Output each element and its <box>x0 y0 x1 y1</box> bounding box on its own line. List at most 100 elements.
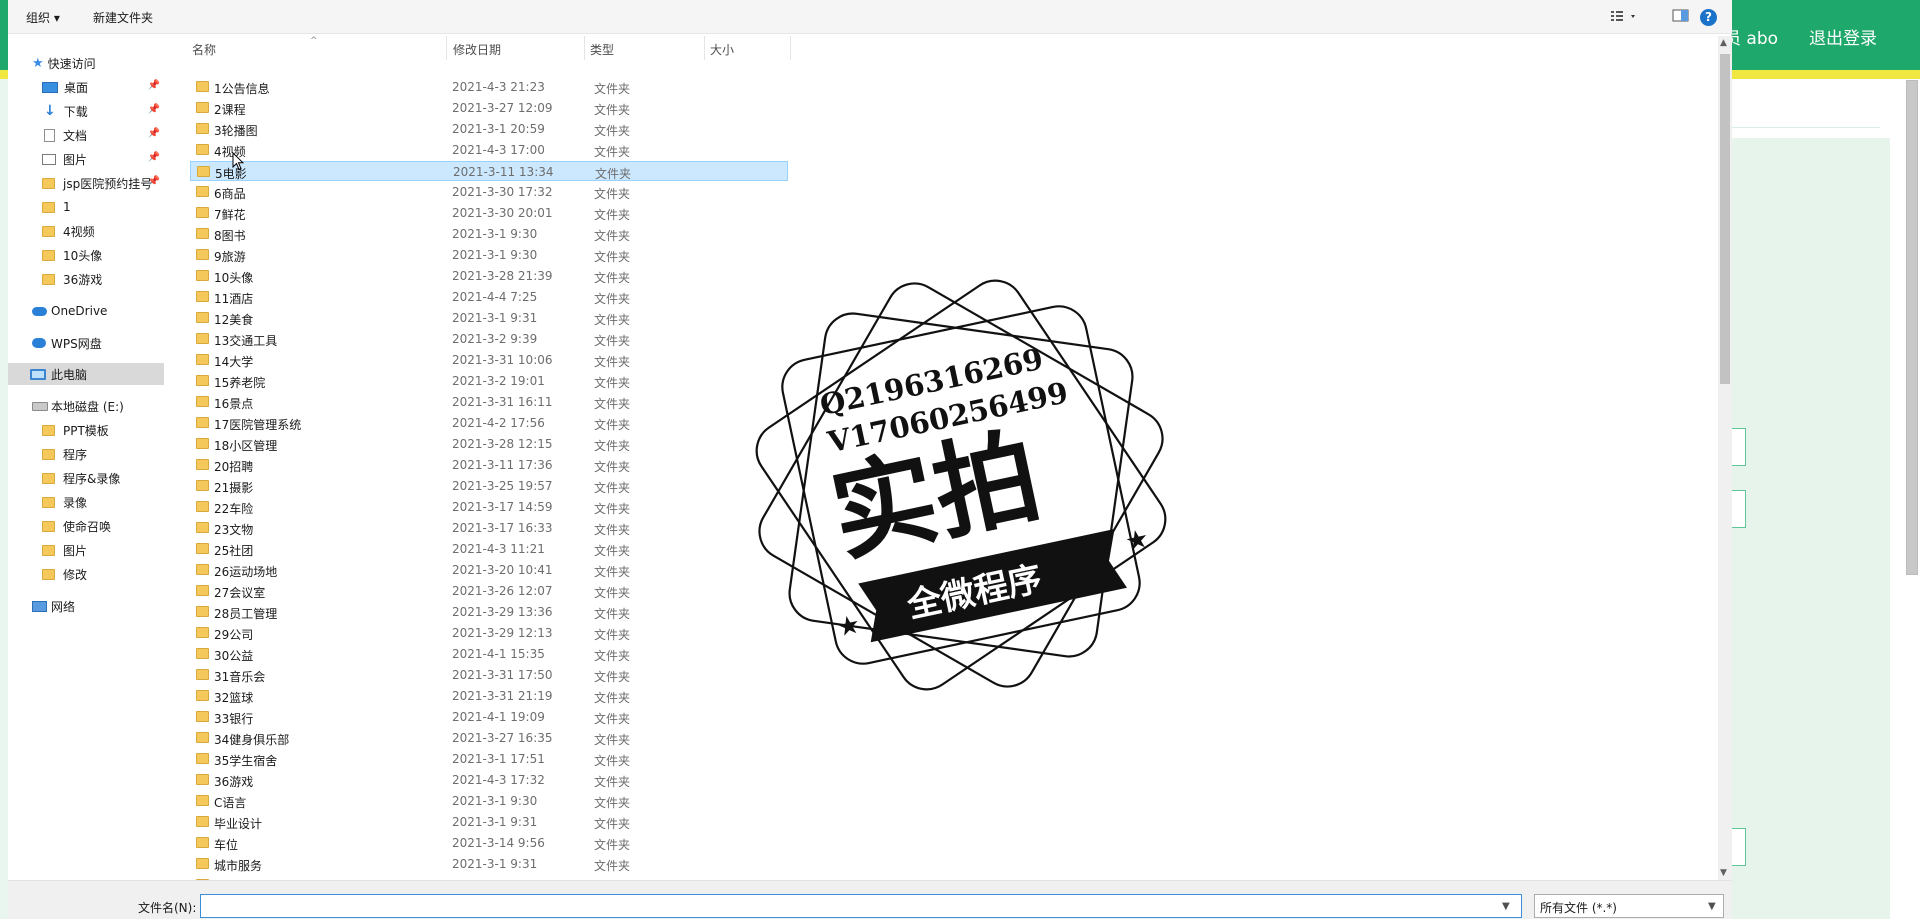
file-row[interactable]: 毕业设计 2021-3-1 9:31 文件夹 <box>190 812 788 832</box>
scroll-down-icon[interactable]: ▼ <box>1720 868 1727 878</box>
column-separator[interactable] <box>790 36 791 60</box>
chevron-down-icon[interactable]: ▼ <box>1502 901 1510 912</box>
nav-item-36game[interactable]: 36游戏 <box>8 268 164 290</box>
file-type-filter[interactable]: 所有文件 (*.*) <box>1534 894 1724 918</box>
file-row[interactable]: 34健身俱乐部 2021-3-27 16:35 文件夹 <box>190 728 788 748</box>
nav-disk-item[interactable]: 图片 <box>8 539 164 561</box>
nav-quick-access[interactable]: ★ 快速访问 <box>8 52 164 74</box>
organize-button[interactable]: 组织 ▾ <box>26 9 60 26</box>
file-row[interactable]: 12美食 2021-3-1 9:31 文件夹 <box>190 308 788 328</box>
list-scrollbar[interactable]: ▲ ▼ <box>1718 36 1732 880</box>
file-row[interactable]: 3轮播图 2021-3-1 20:59 文件夹 <box>190 119 788 139</box>
file-row[interactable]: 23文物 2021-3-17 16:33 文件夹 <box>190 518 788 538</box>
nav-item-10avatar[interactable]: 10头像 <box>8 244 164 266</box>
nav-item-pictures[interactable]: 图片 📌 <box>8 148 164 170</box>
chevron-down-icon[interactable]: ▼ <box>1708 901 1716 912</box>
file-date: 2021-3-30 17:32 <box>452 185 553 199</box>
file-row[interactable]: 4视频 2021-4-3 17:00 文件夹 <box>190 140 788 160</box>
nav-disk-item[interactable]: 程序 <box>8 443 164 465</box>
file-type: 文件夹 <box>594 418 631 432</box>
file-row[interactable]: 5电影 2021-3-11 13:34 文件夹 <box>190 161 788 181</box>
file-row[interactable]: 33银行 2021-4-1 19:09 文件夹 <box>190 707 788 727</box>
nav-item-documents[interactable]: 文档 📌 <box>8 124 164 146</box>
view-options-icon[interactable] <box>1610 8 1640 24</box>
bg-input-box[interactable] <box>1732 490 1746 528</box>
filename-input[interactable] <box>200 894 1522 918</box>
file-row[interactable]: 18小区管理 2021-3-28 12:15 文件夹 <box>190 434 788 454</box>
scroll-thumb[interactable] <box>1720 54 1730 384</box>
file-row[interactable]: 27会议室 2021-3-26 12:07 文件夹 <box>190 581 788 601</box>
file-row[interactable]: 1公告信息 2021-4-3 21:23 文件夹 <box>190 77 788 97</box>
file-row[interactable]: C语言 2021-3-1 9:30 文件夹 <box>190 791 788 811</box>
file-row[interactable]: 20招聘 2021-3-11 17:36 文件夹 <box>190 455 788 475</box>
scroll-up-icon[interactable]: ▲ <box>1720 38 1727 48</box>
file-row[interactable]: 10头像 2021-3-28 21:39 文件夹 <box>190 266 788 286</box>
file-date: 2021-3-1 9:30 <box>452 248 538 262</box>
nav-onedrive[interactable]: OneDrive <box>8 300 164 322</box>
help-icon[interactable]: ? <box>1700 9 1717 26</box>
folder-icon <box>196 837 209 848</box>
file-row[interactable]: 30公益 2021-4-1 15:35 文件夹 <box>190 644 788 664</box>
file-row[interactable]: 车位 2021-3-14 9:56 文件夹 <box>190 833 788 853</box>
nav-network[interactable]: 网络 <box>8 595 164 617</box>
file-row[interactable]: 28员工管理 2021-3-29 13:36 文件夹 <box>190 602 788 622</box>
column-separator[interactable] <box>704 36 705 60</box>
nav-item-1[interactable]: 1 <box>8 196 164 218</box>
nav-wps[interactable]: WPS网盘 <box>8 332 164 354</box>
nav-disk-item[interactable]: PPT模板 <box>8 419 164 441</box>
column-header-date[interactable]: 修改日期 <box>453 41 501 61</box>
file-row[interactable]: 9旅游 2021-3-1 9:30 文件夹 <box>190 245 788 265</box>
file-row[interactable]: 6商品 2021-3-30 17:32 文件夹 <box>190 182 788 202</box>
file-row[interactable]: 15养老院 2021-3-2 19:01 文件夹 <box>190 371 788 391</box>
file-date: 2021-4-3 21:23 <box>452 80 545 94</box>
nav-item-4video[interactable]: 4视频 <box>8 220 164 242</box>
file-row[interactable]: 城市服务 2021-3-1 9:31 文件夹 <box>190 854 788 874</box>
column-header-type[interactable]: 类型 <box>590 41 614 61</box>
file-row[interactable]: 14大学 2021-3-31 10:06 文件夹 <box>190 350 788 370</box>
file-row[interactable]: 11酒店 2021-4-4 7:25 文件夹 <box>190 287 788 307</box>
bg-input-box[interactable] <box>1732 428 1746 466</box>
preview-pane-icon[interactable] <box>1672 8 1690 24</box>
folder-icon <box>196 480 209 491</box>
nav-disk-item[interactable]: 使命召唤 <box>8 515 164 537</box>
file-row[interactable]: 16景点 2021-3-31 16:11 文件夹 <box>190 392 788 412</box>
file-row[interactable]: 21摄影 2021-3-25 19:57 文件夹 <box>190 476 788 496</box>
file-row[interactable]: 32篮球 2021-3-31 21:19 文件夹 <box>190 686 788 706</box>
column-header-name[interactable]: 名称 <box>192 41 216 61</box>
file-name: C语言 <box>214 796 247 810</box>
nav-disk-item[interactable]: 录像 <box>8 491 164 513</box>
nav-local-disk[interactable]: 本地磁盘 (E:) <box>8 395 164 417</box>
nav-disk-item[interactable]: 程序&录像 <box>8 467 164 489</box>
file-dialog: 组织 ▾ 新建文件夹 ? ★ 快速访问 桌面 📌 ↓ 下载 📌 文档 📌 图片 … <box>8 0 1732 919</box>
nav-disk-item[interactable]: 修改 <box>8 563 164 585</box>
file-row[interactable]: 31音乐会 2021-3-31 17:50 文件夹 <box>190 665 788 685</box>
bg-logout-link[interactable]: 退出登录 <box>1809 24 1877 49</box>
new-folder-button[interactable]: 新建文件夹 <box>93 9 153 26</box>
file-row[interactable]: 2课程 2021-3-27 12:09 文件夹 <box>190 98 788 118</box>
file-row[interactable]: 13交通工具 2021-3-2 9:39 文件夹 <box>190 329 788 349</box>
file-row[interactable]: 25社团 2021-4-3 11:21 文件夹 <box>190 539 788 559</box>
file-row[interactable]: 29公司 2021-3-29 12:13 文件夹 <box>190 623 788 643</box>
nav-item-jsp[interactable]: jsp医院预约挂号 📌 <box>8 172 164 194</box>
file-type: 文件夹 <box>594 796 631 810</box>
document-icon <box>44 128 55 142</box>
column-separator[interactable] <box>446 36 447 60</box>
column-header-size[interactable]: 大小 <box>710 41 734 61</box>
nav-item-downloads[interactable]: ↓ 下载 📌 <box>8 100 164 122</box>
column-separator[interactable] <box>584 36 585 60</box>
file-row[interactable]: 17医院管理系统 2021-4-2 17:56 文件夹 <box>190 413 788 433</box>
computer-icon <box>30 368 46 380</box>
bg-scrollbar[interactable] <box>1906 80 1918 575</box>
file-row[interactable]: 36游戏 2021-4-3 17:32 文件夹 <box>190 770 788 790</box>
file-row[interactable]: 22车险 2021-3-17 14:59 文件夹 <box>190 497 788 517</box>
file-row[interactable]: 7鲜花 2021-3-30 20:01 文件夹 <box>190 203 788 223</box>
file-name: 2课程 <box>214 103 246 117</box>
file-row[interactable]: 8图书 2021-3-1 9:30 文件夹 <box>190 224 788 244</box>
nav-item-desktop[interactable]: 桌面 📌 <box>8 76 164 98</box>
file-row[interactable]: 35学生宿舍 2021-3-1 17:51 文件夹 <box>190 749 788 769</box>
file-row[interactable]: 26运动场地 2021-3-20 10:41 文件夹 <box>190 560 788 580</box>
bg-input-box[interactable] <box>1732 828 1746 866</box>
nav-this-pc[interactable]: 此电脑 <box>8 363 164 385</box>
file-type: 文件夹 <box>594 124 631 138</box>
file-name: 8图书 <box>214 229 246 243</box>
